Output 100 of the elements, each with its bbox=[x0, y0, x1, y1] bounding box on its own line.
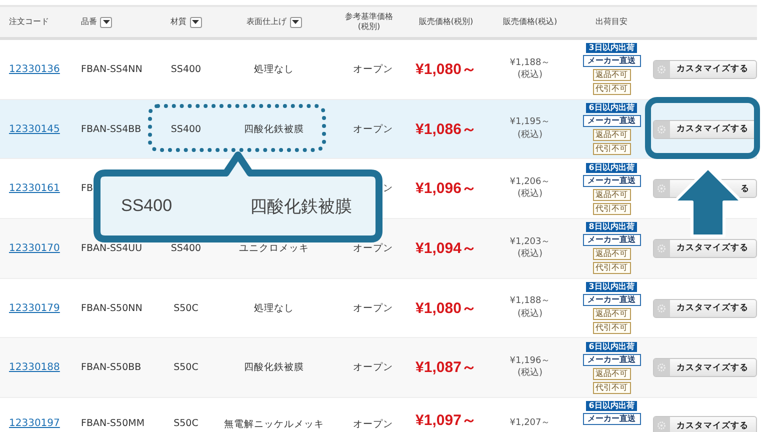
table-cell: オープン bbox=[353, 62, 393, 76]
customize-button[interactable]: カスタマイズする bbox=[652, 298, 756, 318]
sale-price: ¥1,096～ bbox=[416, 179, 476, 198]
order-code-link[interactable]: 12330197 bbox=[9, 418, 60, 430]
sale-price: ¥1,080～ bbox=[416, 298, 476, 318]
shipping-badge: 代引不可 bbox=[592, 382, 630, 394]
customize-button[interactable]: カスタマイズする bbox=[652, 60, 756, 79]
sale-price: ¥1,087～ bbox=[416, 358, 476, 378]
caret-down-icon bbox=[292, 20, 299, 24]
table-cell: FBAN-SS4UU bbox=[81, 242, 142, 254]
column-header: 参考基準価格 (税別) bbox=[345, 12, 393, 32]
filter-dropdown-button[interactable] bbox=[190, 16, 202, 28]
gear-icon bbox=[657, 363, 666, 372]
tax-note: (税込) bbox=[517, 308, 543, 320]
tax-included-price: ¥1,188～ bbox=[510, 58, 550, 69]
tax-included-price: ¥1,195～ bbox=[510, 117, 550, 129]
shipping-badge: メーカー直送 bbox=[582, 174, 640, 187]
shipping-badge: 6日以内出荷 bbox=[586, 162, 638, 173]
shipping-badge: 代引不可 bbox=[592, 143, 630, 156]
shipping-badge: メーカー直送 bbox=[582, 354, 640, 366]
callout-text: SS400 bbox=[121, 196, 172, 216]
tax-included-price: ¥1,188～ bbox=[510, 296, 550, 308]
gear-icon bbox=[657, 184, 666, 194]
column-header: 材質 bbox=[170, 16, 186, 28]
gear-icon bbox=[657, 304, 666, 313]
gear-icon bbox=[657, 421, 666, 430]
column-header: 販売価格(税込) bbox=[502, 16, 558, 28]
tax-note: (税込) bbox=[517, 368, 543, 380]
tax-included-price: ¥1,206～ bbox=[510, 176, 550, 188]
shipping-badge: 6日以内出荷 bbox=[586, 342, 638, 352]
order-code-link[interactable]: 12330179 bbox=[9, 302, 60, 314]
table-cell: SS400 bbox=[170, 242, 202, 254]
shipping-badge: メーカー直送 bbox=[582, 115, 640, 128]
shipping-badge: 返品不可 bbox=[592, 368, 630, 380]
column-header: 表面仕上げ bbox=[246, 16, 286, 28]
sale-price: ¥1,086～ bbox=[416, 120, 476, 139]
shipping-badge: 6日以内出荷 bbox=[586, 103, 638, 114]
shipping-badge: 返品不可 bbox=[592, 188, 630, 201]
shipping-badge: 返品不可 bbox=[592, 248, 630, 260]
table-cell: SS400 bbox=[170, 64, 202, 75]
tax-note: (税込) bbox=[517, 130, 543, 141]
filter-dropdown-button[interactable] bbox=[100, 16, 112, 28]
tax-note: (税込) bbox=[517, 248, 543, 260]
table-cell: FBAN-S50NN bbox=[81, 302, 142, 314]
shipping-badge: メーカー直送 bbox=[582, 294, 640, 306]
table-cell: 四酸化鉄被膜 bbox=[244, 361, 304, 374]
table-cell: FBAN-S50BB bbox=[81, 362, 142, 374]
table-cell: FB bbox=[81, 183, 93, 194]
callout-text: 四酸化鉄被膜 bbox=[250, 196, 352, 218]
shipping-badge: 代引不可 bbox=[592, 262, 630, 274]
table-cell: S50C bbox=[174, 362, 198, 374]
table-cell: FBAN-SS4BB bbox=[81, 124, 142, 135]
gear-icon bbox=[657, 64, 666, 74]
table-cell: ン bbox=[383, 182, 393, 196]
sale-price: ¥1,094～ bbox=[416, 238, 476, 258]
table-cell: オープン bbox=[353, 242, 393, 255]
tax-included-price: ¥1,196～ bbox=[510, 356, 550, 368]
order-code-link[interactable]: 12330145 bbox=[9, 124, 60, 135]
sale-price: ¥1,080～ bbox=[416, 60, 476, 79]
shipping-badge: 代引不可 bbox=[592, 322, 630, 334]
column-header: 注文コード bbox=[9, 16, 49, 28]
shipping-badge: メーカー直送 bbox=[582, 234, 640, 246]
order-code-link[interactable]: 12330136 bbox=[9, 64, 60, 75]
shipping-badge: 代引不可 bbox=[592, 202, 630, 215]
column-header: 出荷目安 bbox=[596, 16, 628, 28]
shipping-badge: 8日以内出荷 bbox=[586, 222, 638, 232]
table-cell: オープン bbox=[353, 418, 393, 432]
table-cell: オープン bbox=[353, 302, 393, 315]
table-cell: SS400 bbox=[170, 124, 202, 135]
shipping-badge: 代引不可 bbox=[592, 83, 630, 96]
table-cell: ユニクロメッキ bbox=[239, 242, 309, 255]
tax-note: (税込) bbox=[517, 189, 543, 200]
table-cell: S50C bbox=[174, 302, 198, 314]
customize-button[interactable]: カスタマイズする bbox=[652, 416, 756, 432]
shipping-badge: 3日以内出荷 bbox=[586, 282, 638, 292]
table-cell: FBAN-SS4NN bbox=[81, 64, 142, 75]
customize-button[interactable]: カスタマイズする bbox=[652, 238, 756, 258]
column-header: 販売価格(税別) bbox=[418, 16, 474, 28]
shipping-badge: 返品不可 bbox=[592, 129, 630, 142]
table-cell: 四酸化鉄被膜 bbox=[244, 122, 304, 136]
table-cell: FBAN-S50MM bbox=[81, 418, 145, 430]
shipping-badge: メーカー直送 bbox=[582, 413, 640, 426]
shipping-badge: 3日以内出荷 bbox=[586, 43, 638, 54]
tax-note: (税込) bbox=[517, 70, 543, 82]
filter-dropdown-button[interactable] bbox=[290, 16, 302, 28]
sale-price: ¥1,097～ bbox=[416, 411, 476, 430]
table-cell: オープン bbox=[353, 122, 393, 136]
table-cell: S50C bbox=[174, 418, 198, 430]
table-cell: オープン bbox=[353, 361, 393, 374]
shipping-badge: メーカー直送 bbox=[582, 55, 640, 68]
caret-down-icon bbox=[192, 20, 199, 24]
order-code-link[interactable]: 12330188 bbox=[9, 362, 60, 374]
shipping-badge: 返品不可 bbox=[592, 308, 630, 320]
table-cell: 処理なし bbox=[254, 62, 294, 76]
customize-button[interactable]: カスタマイズする bbox=[652, 120, 756, 139]
order-code-link[interactable]: 12330161 bbox=[9, 183, 60, 194]
table-cell: 無電解ニッケルメッキ bbox=[224, 418, 324, 432]
customize-button[interactable]: カスタマイズする bbox=[652, 358, 756, 378]
caret-down-icon bbox=[102, 20, 110, 24]
order-code-link[interactable]: 12330170 bbox=[9, 242, 60, 254]
